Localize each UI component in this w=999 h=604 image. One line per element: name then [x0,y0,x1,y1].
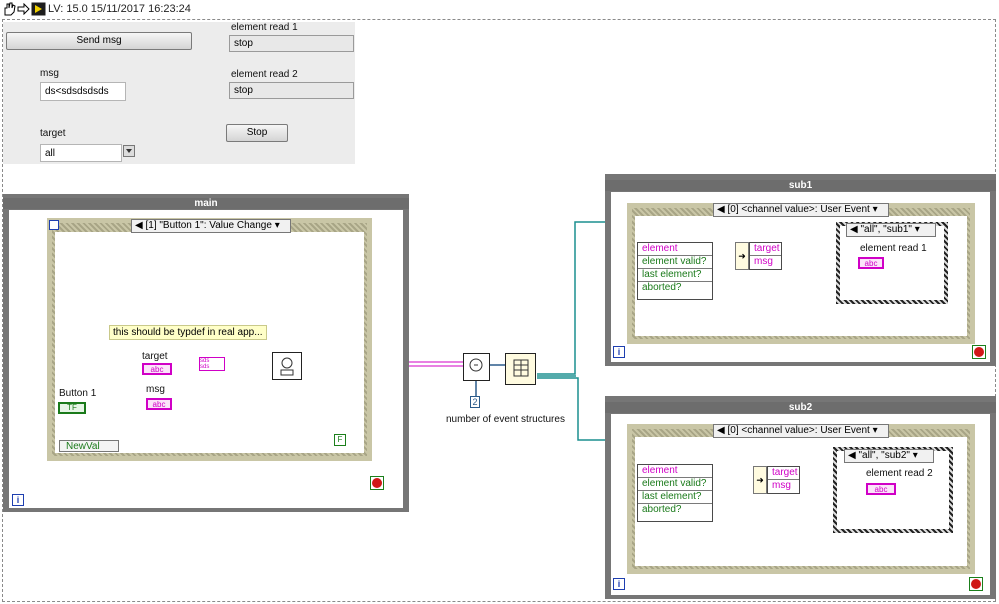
sub1-case-selector[interactable]: ◀ "all", "sub1" ▾ [846,223,936,237]
arrow-left-icon[interactable]: ◀ [135,220,143,231]
sub2-stop-terminal [969,577,983,591]
dropdown-icon[interactable]: ▾ [275,220,280,231]
create-channel-icon [463,353,490,381]
event-count-label: number of event structures [446,414,565,425]
stop-icon [971,579,981,589]
sub2-loop-title: sub2 [605,402,996,413]
sub2-event-data-node: element element valid? last element? abo… [637,464,713,522]
button1-label: Button 1 [59,388,97,399]
target-terminal: abc [142,363,172,375]
sub1-element-read-indicator: abc [858,257,884,269]
msg-terminal: abc [146,398,172,410]
sub1-event-data-node: element element valid? last element? abo… [637,242,713,300]
dropdown-icon[interactable]: ▾ [913,450,918,461]
write-channel-icon [272,352,302,380]
timeout-icon [49,220,59,230]
sub1-event-selector[interactable]: ◀ [0] <channel value>: User Event ▾ [713,203,889,217]
main-loop-title: main [3,198,409,209]
sub1-unbundle-icon: ➜ [735,242,749,270]
main-stop-terminal [370,476,384,490]
event-count-constant: 2 [470,396,480,408]
arrow-left-icon[interactable]: ◀ [850,224,858,235]
sub1-unbundle-node: target msg [749,242,782,270]
sub1-indicator-label: element read 1 [860,243,927,254]
sub1-loop-title: sub1 [605,180,996,191]
bundle-node: sds sds [199,357,225,371]
false-constant: F [334,434,346,446]
sub1-iteration-icon: i [613,346,625,358]
sub2-iteration-icon: i [613,578,625,590]
target-terminal-label: target [142,351,168,362]
sub2-unbundle-node: target msg [767,466,800,494]
button1-terminal: TF [58,402,86,414]
main-event-body [55,232,364,453]
typedef-note: this should be typdef in real app... [109,325,267,340]
arrow-left-icon[interactable]: ◀ [717,425,725,436]
sub2-indicator-label: element read 2 [866,468,933,479]
fork-channel-icon [505,353,536,385]
sub1-stop-terminal [972,345,986,359]
sub2-element-read-indicator: abc [866,483,896,495]
sub2-event-selector[interactable]: ◀ [0] <channel value>: User Event ▾ [713,424,889,438]
main-iteration-icon: i [12,494,24,506]
msg-terminal-label: msg [146,384,165,395]
dropdown-icon[interactable]: ▾ [873,425,878,436]
main-event-selector[interactable]: ◀ [1] "Button 1": Value Change ▾ [131,219,291,233]
arrow-left-icon[interactable]: ◀ [848,450,856,461]
arrow-left-icon[interactable]: ◀ [717,204,725,215]
stop-icon [974,347,984,357]
sub2-unbundle-icon: ➜ [753,466,767,494]
sub2-case-selector[interactable]: ◀ "all", "sub2" ▾ [844,449,934,463]
newval-terminal: NewVal [59,440,119,452]
dropdown-icon[interactable]: ▾ [873,204,878,215]
stop-icon [372,478,382,488]
dropdown-icon[interactable]: ▾ [915,224,920,235]
